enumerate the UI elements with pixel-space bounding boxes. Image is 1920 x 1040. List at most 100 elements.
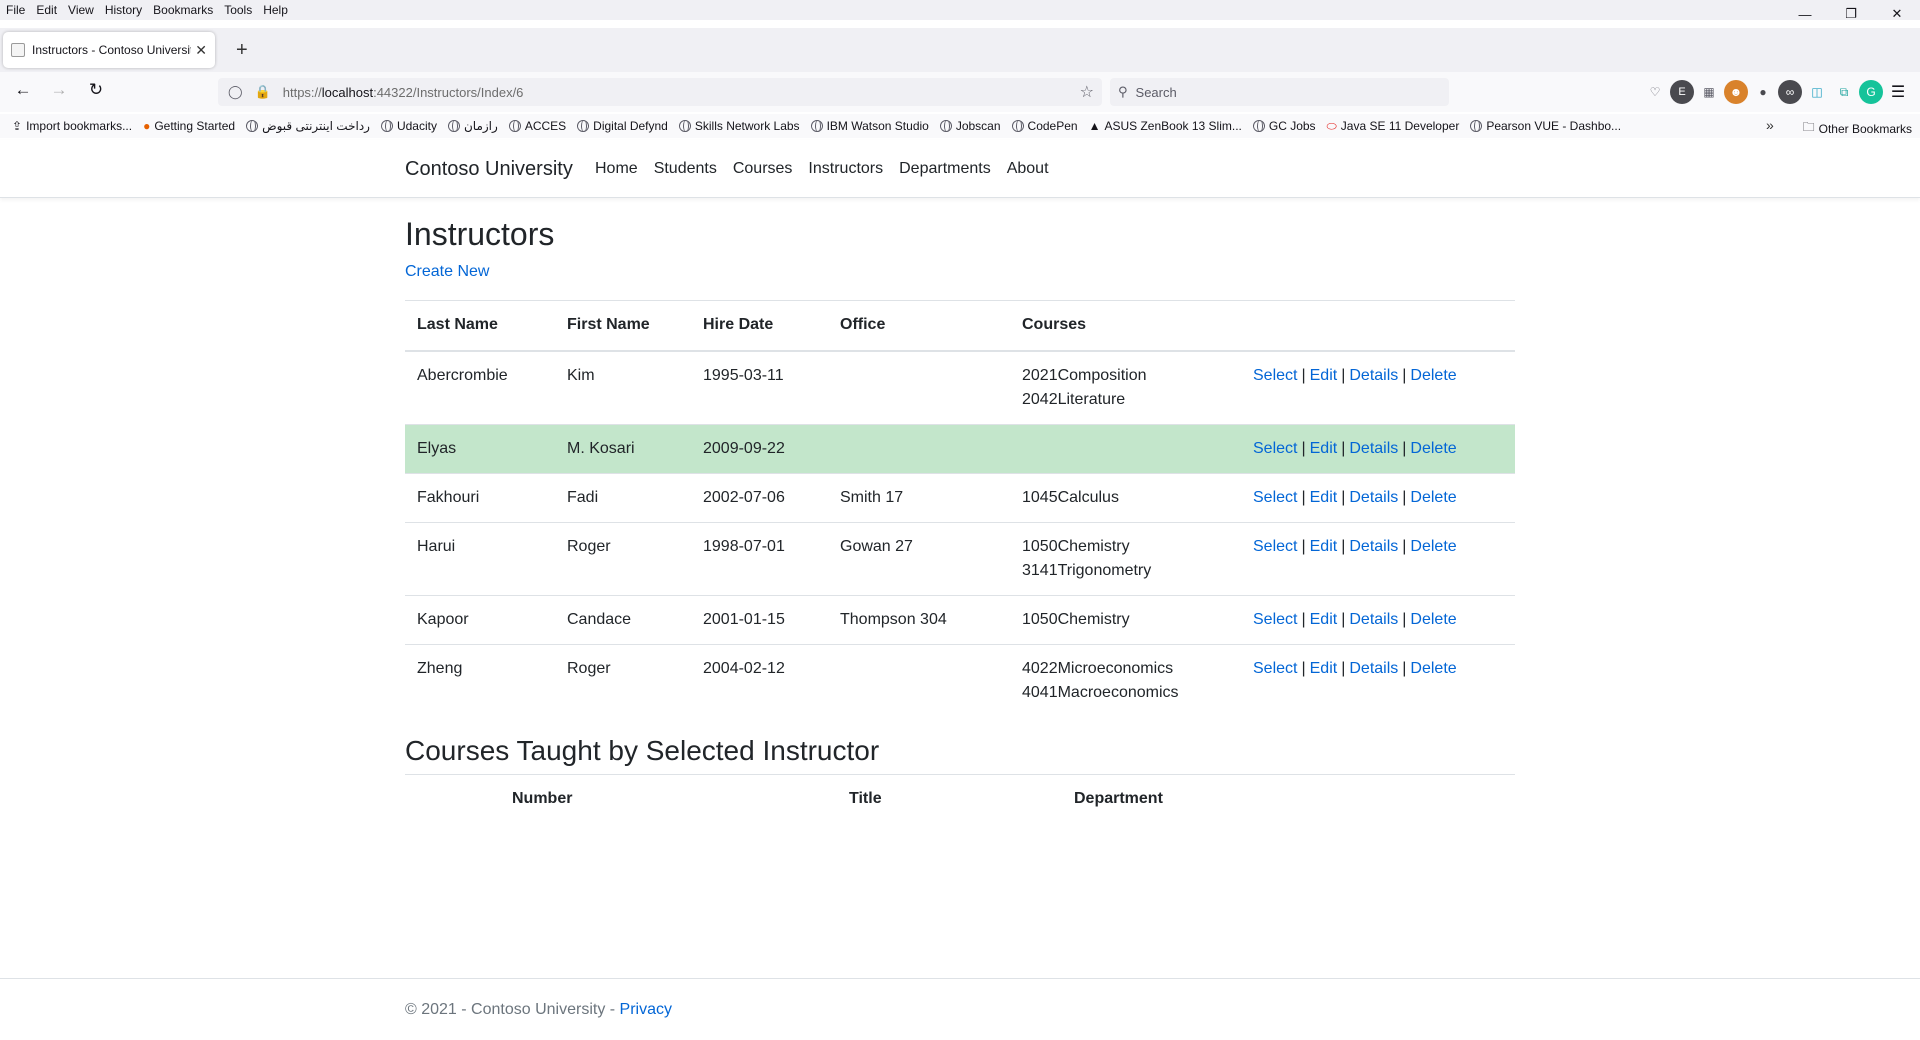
bookmark-item[interactable]: ▲ ASUS ZenBook 13 Slim... [1089,119,1242,133]
delete-link[interactable]: Delete [1410,660,1456,677]
other-bookmarks[interactable]: 🗀 Other Bookmarks [1803,118,1912,139]
delete-link[interactable]: Delete [1410,611,1456,628]
bookmark-item[interactable]: ACCES [508,119,566,133]
table-row: Kapoor Candace 2001-01-15 Thompson 304 1050C… [405,594,1515,644]
extension-e-icon[interactable]: E [1670,80,1694,104]
nav-instructors[interactable]: Instructors [808,160,883,178]
save-icon[interactable]: ◫ [1805,80,1829,104]
edit-link[interactable]: Edit [1310,440,1338,457]
reload-icon[interactable]: ↻ [82,80,110,100]
edit-link[interactable]: Edit [1310,489,1338,506]
close-window-icon[interactable]: ✕ [1874,0,1920,28]
privacy-link[interactable]: Privacy [620,1001,672,1018]
delete-link[interactable]: Delete [1410,440,1456,457]
menu-view[interactable]: View [68,3,94,17]
select-link[interactable]: Select [1253,440,1297,457]
translate-icon[interactable]: ⧉ [1832,80,1856,104]
shield-icon[interactable]: ◯ [228,84,243,100]
select-link[interactable]: Select [1253,611,1297,628]
action-separator: | [1341,537,1346,555]
select-link[interactable]: Select [1253,538,1297,555]
delete-link[interactable]: Delete [1410,367,1456,384]
new-tab-icon[interactable]: + [236,38,248,62]
menu-help[interactable]: Help [263,3,288,17]
bookmark-star-icon[interactable]: ☆ [1080,82,1094,102]
select-link[interactable]: Select [1253,660,1297,677]
bookmark-item[interactable]: Jobscan [939,119,1001,133]
search-input[interactable]: ⚲ Search [1110,78,1449,106]
bookmark-item[interactable]: Digital Defynd [577,119,668,133]
edit-link[interactable]: Edit [1310,538,1338,555]
window-controls: — ❐ ✕ [1782,0,1920,28]
edit-link[interactable]: Edit [1310,611,1338,628]
column-header-first-name: First Name [555,300,691,352]
select-link[interactable]: Select [1253,367,1297,384]
delete-link[interactable]: Delete [1410,538,1456,555]
menu-bookmarks[interactable]: Bookmarks [153,3,213,17]
chevron-double-right-icon[interactable]: » [1766,117,1774,133]
back-arrow-icon[interactable]: ← [9,80,37,100]
site-brand[interactable]: Contoso University [405,158,573,181]
minimize-icon[interactable]: — [1782,0,1828,28]
cell-office: Smith 17 [828,472,1010,522]
details-link[interactable]: Details [1349,367,1398,384]
bookmark-item[interactable]: ⇪ Import bookmarks... [12,119,132,133]
monkey-icon[interactable]: ☻ [1724,80,1748,104]
create-new-link[interactable]: Create New [405,263,489,281]
action-separator: | [1301,366,1306,384]
hamburger-menu-icon[interactable]: ☰ [1886,80,1910,104]
action-separator: | [1402,537,1407,555]
cell-hire-date: 2004-02-12 [691,643,828,717]
column-header-office: Office [828,300,1010,352]
cell-office: Gowan 27 [828,521,1010,595]
forward-arrow-icon[interactable]: → [45,80,73,100]
bookmark-item[interactable]: Skills Network Labs [678,119,800,133]
bookmark-item[interactable]: Pearson VUE - Dashbo... [1470,119,1621,133]
select-link[interactable]: Select [1253,489,1297,506]
nav-students[interactable]: Students [654,160,717,178]
nav-departments[interactable]: Departments [899,160,991,178]
bookmark-item[interactable]: ⬭ Java SE 11 Developer [1327,119,1460,134]
nav-courses[interactable]: Courses [733,160,793,178]
search-icon: ⚲ [1118,84,1128,99]
menu-history[interactable]: History [105,3,142,17]
footer-copyright: © 2021 - Contoso University - [405,1001,620,1018]
details-link[interactable]: Details [1349,660,1398,677]
address-bar[interactable]: ◯ 🔒 https://localhost:44322/Instructors/… [218,78,1102,106]
details-link[interactable]: Details [1349,611,1398,628]
details-link[interactable]: Details [1349,489,1398,506]
details-link[interactable]: Details [1349,440,1398,457]
link-icon[interactable]: ∞ [1778,80,1802,104]
nav-about[interactable]: About [1007,160,1049,178]
nav-home[interactable]: Home [595,160,638,178]
menu-file[interactable]: File [6,3,25,17]
edit-link[interactable]: Edit [1310,367,1338,384]
bookmark-item[interactable]: رازمان [447,119,498,133]
details-link[interactable]: Details [1349,538,1398,555]
grammarly-icon[interactable]: G [1859,80,1883,104]
cell-first-name: Roger [555,643,691,717]
course-entry: 1050Chemistry [1022,610,1130,628]
menu-tools[interactable]: Tools [224,3,252,17]
glasses-icon[interactable]: ● [1751,80,1775,104]
cell-hire-date: 2002-07-06 [691,472,828,522]
bookmark-item[interactable]: CodePen [1011,119,1078,133]
globe-icon [508,120,521,132]
lock-icon[interactable]: 🔒 [255,84,271,100]
menu-edit[interactable]: Edit [36,3,57,17]
reader-icon[interactable]: ▦ [1697,80,1721,104]
pocket-icon[interactable]: ♡ [1643,80,1667,104]
bookmark-item[interactable]: GC Jobs [1252,119,1316,133]
bookmark-item[interactable]: رداخت اینترنتی قبوض [246,119,370,133]
bookmark-item[interactable]: ● Getting Started [143,119,235,133]
action-separator: | [1301,439,1306,457]
bookmark-item[interactable]: Udacity [380,119,437,133]
globe-icon [939,120,952,132]
edit-link[interactable]: Edit [1310,660,1338,677]
delete-link[interactable]: Delete [1410,489,1456,506]
restore-icon[interactable]: ❐ [1828,0,1874,28]
browser-tab-active[interactable]: Instructors - Contoso University ✕ [3,32,215,68]
cell-courses: 4022Microeconomics 4041Macroeconomics [1010,643,1241,717]
close-tab-icon[interactable]: ✕ [195,42,207,59]
bookmark-item[interactable]: IBM Watson Studio [810,119,929,133]
